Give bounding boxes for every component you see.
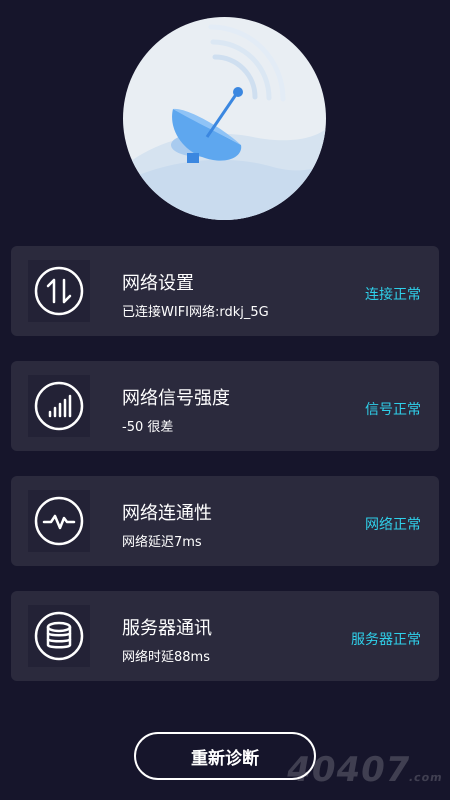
card-title: 网络连通性 — [122, 503, 212, 524]
card-subtitle: 网络时延88ms — [122, 650, 210, 665]
network-diagnosis-screen: 网络设置 已连接WIFI网络:rdkj_5G 连接正常 网络信号强度 -50 很… — [0, 0, 450, 800]
watermark-logo: 40407.com — [283, 750, 447, 790]
card-title: 服务器通讯 — [122, 618, 212, 639]
card-subtitle: 已连接WIFI网络:rdkj_5G — [122, 305, 269, 320]
card-signal-strength[interactable]: 网络信号强度 -50 很差 信号正常 — [11, 361, 439, 451]
card-subtitle: 网络延迟7ms — [122, 535, 202, 550]
card-server-communication[interactable]: 服务器通讯 网络时延88ms 服务器正常 — [11, 591, 439, 681]
card-title: 网络设置 — [122, 273, 194, 294]
satellite-dish-icon — [123, 24, 326, 220]
card-connectivity[interactable]: 网络连通性 网络延迟7ms 网络正常 — [11, 476, 439, 566]
status-label: 连接正常 — [365, 287, 421, 303]
card-subtitle: -50 很差 — [122, 420, 174, 435]
card-network-settings[interactable]: 网络设置 已连接WIFI网络:rdkj_5G 连接正常 — [11, 246, 439, 336]
watermark-text: 4040 — [283, 750, 390, 790]
watermark-domain: .com — [407, 771, 444, 784]
database-icon — [28, 605, 90, 667]
hero-illustration — [123, 17, 326, 220]
pulse-icon — [28, 490, 90, 552]
status-label: 服务器正常 — [351, 632, 421, 648]
status-label: 信号正常 — [365, 402, 421, 418]
status-label: 网络正常 — [365, 517, 421, 533]
card-title: 网络信号强度 — [122, 388, 230, 409]
signal-bars-icon — [28, 375, 90, 437]
transfer-arrows-icon — [28, 260, 90, 322]
